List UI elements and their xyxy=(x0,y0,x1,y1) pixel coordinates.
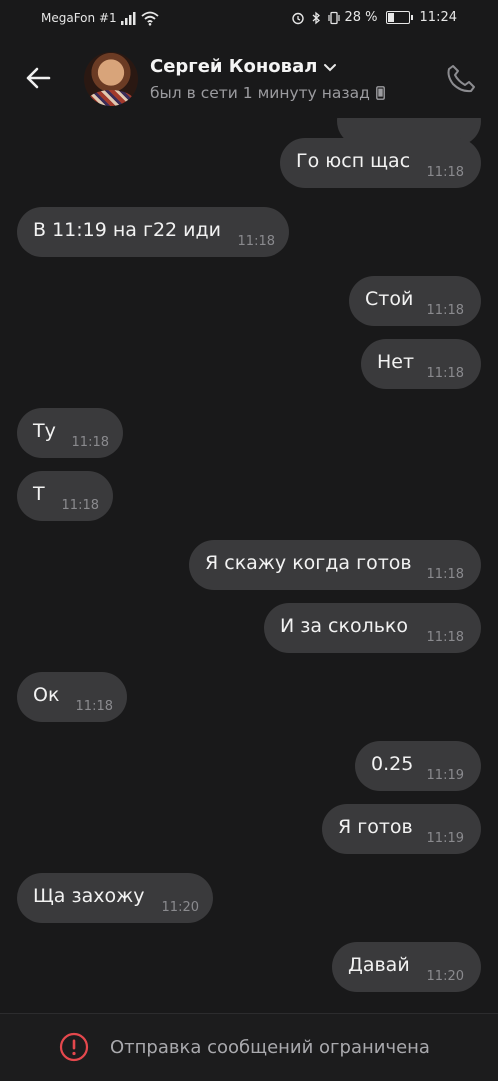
message-time: 11:18 xyxy=(237,234,275,249)
outgoing-message[interactable]: Нет 11:18 xyxy=(361,339,481,389)
presence-text: был в сети 1 минуту назад xyxy=(150,84,370,102)
outgoing-message[interactable]: И за сколько 11:18 xyxy=(264,603,481,653)
message-text: Нет xyxy=(377,351,415,373)
message-text: Ща захожу xyxy=(33,885,145,907)
incoming-message[interactable]: Т 11:18 xyxy=(17,471,113,521)
incoming-message[interactable]: В 11:19 на г22 иди 11:18 xyxy=(17,207,289,257)
chat-header: Сергей Коновал был в сети 1 минуту назад xyxy=(0,38,498,118)
contact-name[interactable]: Сергей Коновал xyxy=(150,56,317,77)
message-text: 0.25 xyxy=(371,753,414,775)
contact-title[interactable]: Сергей Коновал xyxy=(150,56,337,77)
message-time: 11:18 xyxy=(426,165,464,180)
message-text: Го юсп щас xyxy=(296,150,411,172)
presence-status: был в сети 1 минуту назад xyxy=(150,84,385,102)
message-text: Ок xyxy=(33,684,60,706)
chevron-down-icon[interactable] xyxy=(323,60,337,74)
outgoing-message[interactable]: 0.25 11:19 xyxy=(355,741,481,791)
message-text: Я готов xyxy=(338,816,413,838)
back-arrow-icon[interactable] xyxy=(22,62,54,94)
message-text: Я скажу когда готов xyxy=(205,552,412,574)
message-time: 11:18 xyxy=(75,699,113,714)
message-text: И за сколько xyxy=(280,615,409,637)
message-text: В 11:19 на г22 иди xyxy=(33,219,222,241)
message-time: 11:20 xyxy=(426,969,464,984)
phone-device-icon xyxy=(375,86,385,100)
incoming-message[interactable]: Ща захожу 11:20 xyxy=(17,873,213,923)
message-time: 11:18 xyxy=(426,366,464,381)
outgoing-message[interactable]: Давай 11:20 xyxy=(332,942,481,992)
message-time: 11:19 xyxy=(426,831,464,846)
message-text: Стой xyxy=(365,288,414,310)
message-time: 11:19 xyxy=(426,768,464,783)
outgoing-message[interactable]: Стой 11:18 xyxy=(349,276,481,326)
message-text: Ту xyxy=(33,420,56,442)
message-text: Т xyxy=(33,483,45,505)
avatar[interactable] xyxy=(84,52,138,106)
outgoing-message[interactable]: Го юсп щас 11:18 xyxy=(280,138,481,188)
message-time: 11:18 xyxy=(61,498,99,513)
outgoing-message[interactable]: Я готов 11:19 xyxy=(322,804,481,854)
messaging-restricted-bar: Отправка сообщений ограничена xyxy=(0,1013,498,1081)
message-time: 11:18 xyxy=(426,630,464,645)
warning-circle-icon xyxy=(59,1032,89,1062)
message-list[interactable]: Го юсп щас 11:18 В 11:19 на г22 иди 11:18 Ст… xyxy=(0,0,498,1012)
message-time: 11:18 xyxy=(426,567,464,582)
message-time: 11:18 xyxy=(71,435,109,450)
message-time: 11:18 xyxy=(426,303,464,318)
incoming-message[interactable]: Ок 11:18 xyxy=(17,672,127,722)
incoming-message[interactable]: Ту 11:18 xyxy=(17,408,123,458)
message-time: 11:20 xyxy=(161,900,199,915)
message-text: Давай xyxy=(348,954,410,976)
restriction-notice: Отправка сообщений ограничена xyxy=(110,1037,430,1058)
outgoing-message[interactable]: Я скажу когда готов 11:18 xyxy=(189,540,481,590)
call-icon[interactable] xyxy=(444,62,478,96)
